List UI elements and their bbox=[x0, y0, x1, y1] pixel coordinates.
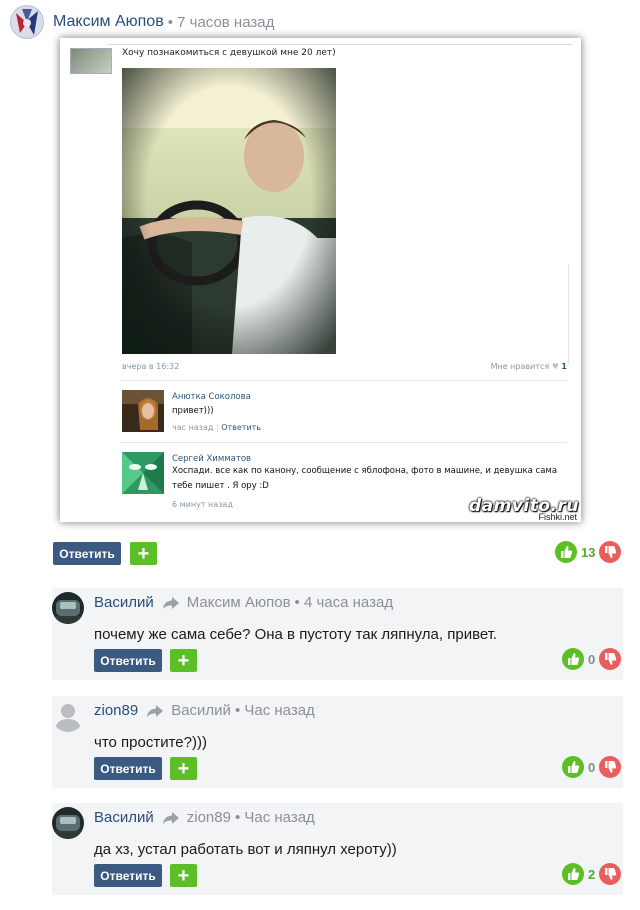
vote-widget: 13 bbox=[555, 541, 622, 563]
comment-meta: час назад | Ответить bbox=[172, 423, 262, 432]
comment-header: Максим Аюпов • 7 часов назад bbox=[10, 4, 274, 40]
heart-icon: ♥ bbox=[551, 362, 559, 371]
thumbs-down-icon[interactable] bbox=[599, 756, 622, 778]
thumbs-down-icon[interactable] bbox=[599, 541, 622, 563]
avatar[interactable] bbox=[10, 5, 44, 39]
commenter-name: Анютка Соколова bbox=[172, 392, 251, 402]
vote-widget: 2 bbox=[562, 863, 622, 885]
reply-header: Василий Максим Аюпов • 4 часа назад bbox=[94, 594, 393, 611]
post-date: вчера в 16:32 bbox=[122, 362, 180, 371]
reply-header: zion89 Василий • Час назад bbox=[94, 702, 315, 719]
post-photo bbox=[122, 68, 336, 354]
reply-button[interactable]: Ответить bbox=[94, 649, 162, 672]
plus-button[interactable]: + bbox=[170, 649, 197, 672]
watermark-site: Fishki.net bbox=[538, 512, 577, 522]
like-label: Мне нравится bbox=[490, 362, 550, 371]
reply-time: • Час назад bbox=[234, 809, 315, 826]
reply-arrow-icon bbox=[162, 811, 180, 825]
like-count: 1 bbox=[561, 362, 567, 371]
reply-text: да хз, устал работать вот и ляпнул херот… bbox=[94, 841, 397, 858]
thumbs-up-icon[interactable] bbox=[562, 756, 584, 778]
vote-count: 13 bbox=[581, 544, 596, 560]
reply-time: • 4 часа назад bbox=[294, 594, 394, 611]
reply-comment: zion89 Василий • Час назад что простите?… bbox=[52, 696, 623, 788]
reply-text: почему же сама себе? Она в пустоту так л… bbox=[94, 626, 498, 643]
thumbs-down-icon[interactable] bbox=[599, 863, 622, 885]
plus-button[interactable]: + bbox=[130, 542, 157, 565]
comment-reply-link: Ответить bbox=[221, 423, 262, 432]
reply-author[interactable]: zion89 bbox=[94, 702, 138, 719]
reply-time: • Час назад bbox=[234, 702, 315, 719]
vote-count: 0 bbox=[588, 759, 596, 775]
avatar[interactable] bbox=[52, 592, 84, 624]
thumbs-up-icon[interactable] bbox=[562, 863, 584, 885]
comment-text: Хоспади. все как по канону, сообщение с … bbox=[172, 466, 558, 491]
post-author-thumbnail bbox=[70, 48, 112, 74]
comment-time: час назад bbox=[172, 423, 214, 432]
reply-header: Василий zion89 • Час назад bbox=[94, 809, 315, 826]
post-text: Хочу познакомиться с девушкой мне 20 лет… bbox=[122, 48, 336, 58]
vote-count: 0 bbox=[588, 651, 596, 667]
avatar[interactable] bbox=[52, 700, 84, 732]
vote-widget: 0 bbox=[562, 648, 622, 670]
comment-time: 6 минут назад bbox=[172, 500, 233, 509]
reply-comment: Василий zion89 • Час назад да хз, устал … bbox=[52, 803, 623, 895]
thumbs-up-icon[interactable] bbox=[555, 541, 577, 563]
vote-count: 2 bbox=[588, 866, 596, 882]
reply-to[interactable]: Василий bbox=[171, 702, 231, 719]
post-like[interactable]: Мне нравится ♥ 1 bbox=[491, 362, 567, 371]
reply-arrow-icon bbox=[146, 704, 164, 718]
comment-author[interactable]: Максим Аюпов bbox=[53, 13, 164, 31]
reply-author[interactable]: Василий bbox=[94, 809, 154, 826]
reply-button[interactable]: Ответить bbox=[94, 864, 162, 887]
attached-image[interactable]: Хочу познакомиться с девушкой мне 20 лет… bbox=[60, 38, 581, 522]
commenter-name: Сергей Химматов bbox=[172, 454, 252, 464]
reply-text: что простите?))) bbox=[94, 734, 207, 751]
reply-to[interactable]: zion89 bbox=[187, 809, 231, 826]
reply-button[interactable]: Ответить bbox=[53, 542, 121, 565]
reply-author[interactable]: Василий bbox=[94, 594, 154, 611]
thumbs-down-icon[interactable] bbox=[599, 648, 622, 670]
comment-time: • 7 часов назад bbox=[167, 13, 275, 31]
commenter-avatar bbox=[122, 452, 164, 494]
commenter-avatar bbox=[122, 390, 164, 432]
reply-arrow-icon bbox=[162, 596, 180, 610]
comment-text: привет))) bbox=[172, 406, 214, 416]
reply-to[interactable]: Максим Аюпов bbox=[187, 594, 291, 611]
reply-button[interactable]: Ответить bbox=[94, 757, 162, 780]
avatar[interactable] bbox=[52, 807, 84, 839]
vote-widget: 0 bbox=[562, 756, 622, 778]
plus-button[interactable]: + bbox=[170, 757, 197, 780]
plus-button[interactable]: + bbox=[170, 864, 197, 887]
reply-comment: Василий Максим Аюпов • 4 часа назад поче… bbox=[52, 588, 623, 680]
thumbs-up-icon[interactable] bbox=[562, 648, 584, 670]
